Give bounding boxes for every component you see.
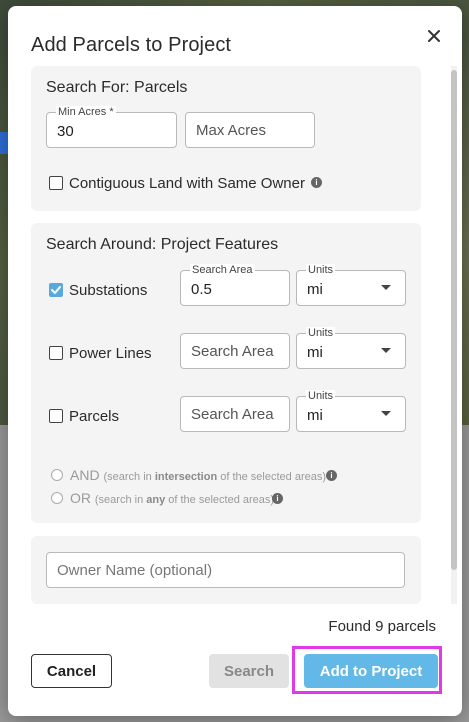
dialog-title: Add Parcels to Project: [31, 34, 232, 56]
parcels-area-placeholder: Search Area: [191, 406, 274, 423]
background-accent: [0, 132, 8, 154]
chevron-down-icon: [381, 348, 391, 353]
and-desc-pre: (search in: [103, 471, 155, 483]
close-button[interactable]: [420, 22, 448, 50]
contiguous-checkbox[interactable]: [49, 176, 63, 190]
contiguous-label: Contiguous Land with Same Owner: [69, 175, 305, 192]
power-lines-area-field[interactable]: Search Area: [180, 333, 290, 369]
parcels-area-field[interactable]: Search Area: [180, 396, 290, 432]
info-icon[interactable]: i: [311, 177, 322, 188]
and-desc-bold: intersection: [154, 471, 218, 483]
add-to-project-button[interactable]: Add to Project: [304, 654, 438, 688]
search-button[interactable]: Search: [209, 654, 289, 688]
min-acres-label: Min Acres *: [56, 106, 116, 118]
chevron-down-icon: [381, 411, 391, 416]
or-option-text: OR (search in any of the selected areas): [70, 490, 274, 506]
substations-area-field[interactable]: Search Area 0.5: [180, 264, 290, 306]
add-parcels-dialog: Add Parcels to Project Search For: Parce…: [8, 6, 462, 716]
or-desc-pre: (search in: [94, 494, 147, 506]
max-acres-field[interactable]: Max Acres: [185, 112, 315, 148]
parcels-units-label: Units: [306, 390, 336, 402]
search-for-panel: Search For: Parcels Min Acres * 30 Max A…: [31, 66, 421, 211]
max-acres-placeholder: Max Acres: [196, 122, 267, 139]
and-option-text: AND (search in intersection of the selec…: [70, 467, 326, 483]
and-radio[interactable]: [51, 469, 63, 481]
chevron-down-icon: [381, 285, 391, 290]
cancel-button[interactable]: Cancel: [31, 654, 112, 688]
substations-area-value: 0.5: [191, 281, 212, 298]
or-desc-bold: any: [146, 494, 166, 506]
power-lines-units-select[interactable]: Units mi: [296, 327, 406, 369]
search-around-panel: Search Around: Project Features Substati…: [31, 223, 421, 523]
substations-units-value: mi: [307, 281, 323, 298]
dialog-scroll-area: Search For: Parcels Min Acres * 30 Max A…: [31, 66, 451, 604]
substations-area-label: Search Area: [190, 264, 255, 276]
substations-units-select[interactable]: Units mi: [296, 264, 406, 306]
parcels-units-select[interactable]: Units mi: [296, 390, 406, 432]
scrollbar-thumb[interactable]: [451, 70, 457, 570]
and-desc-post: of the selected areas): [217, 471, 327, 483]
substations-units-label: Units: [306, 264, 336, 276]
owner-name-placeholder: Owner Name (optional): [57, 562, 213, 579]
substations-checkbox[interactable]: [49, 283, 63, 297]
power-lines-units-label: Units: [306, 327, 336, 339]
min-acres-field[interactable]: Min Acres * 30: [46, 106, 177, 148]
power-lines-checkbox[interactable]: [49, 346, 63, 360]
search-around-title: Search Around: Project Features: [46, 236, 279, 253]
power-lines-label: Power Lines: [69, 345, 152, 362]
or-radio[interactable]: [51, 492, 63, 504]
owner-name-input[interactable]: Owner Name (optional): [46, 552, 405, 588]
close-icon: [428, 30, 440, 42]
parcels-checkbox[interactable]: [49, 409, 63, 423]
or-label: OR: [70, 490, 91, 506]
checkmark-icon: [51, 286, 61, 294]
or-desc-post: of the selected areas): [165, 494, 275, 506]
parcels-units-value: mi: [307, 407, 323, 424]
info-icon[interactable]: i: [326, 470, 337, 481]
power-lines-units-value: mi: [307, 344, 323, 361]
results-count: Found 9 parcels: [328, 618, 436, 635]
info-icon[interactable]: i: [272, 493, 283, 504]
owner-panel: Owner Name (optional): [31, 536, 421, 604]
min-acres-value: 30: [57, 123, 74, 140]
search-for-title: Search For: Parcels: [46, 79, 188, 96]
and-label: AND: [70, 467, 100, 483]
substations-label: Substations: [69, 282, 148, 299]
parcels-label: Parcels: [69, 408, 120, 425]
power-lines-area-placeholder: Search Area: [191, 343, 274, 360]
